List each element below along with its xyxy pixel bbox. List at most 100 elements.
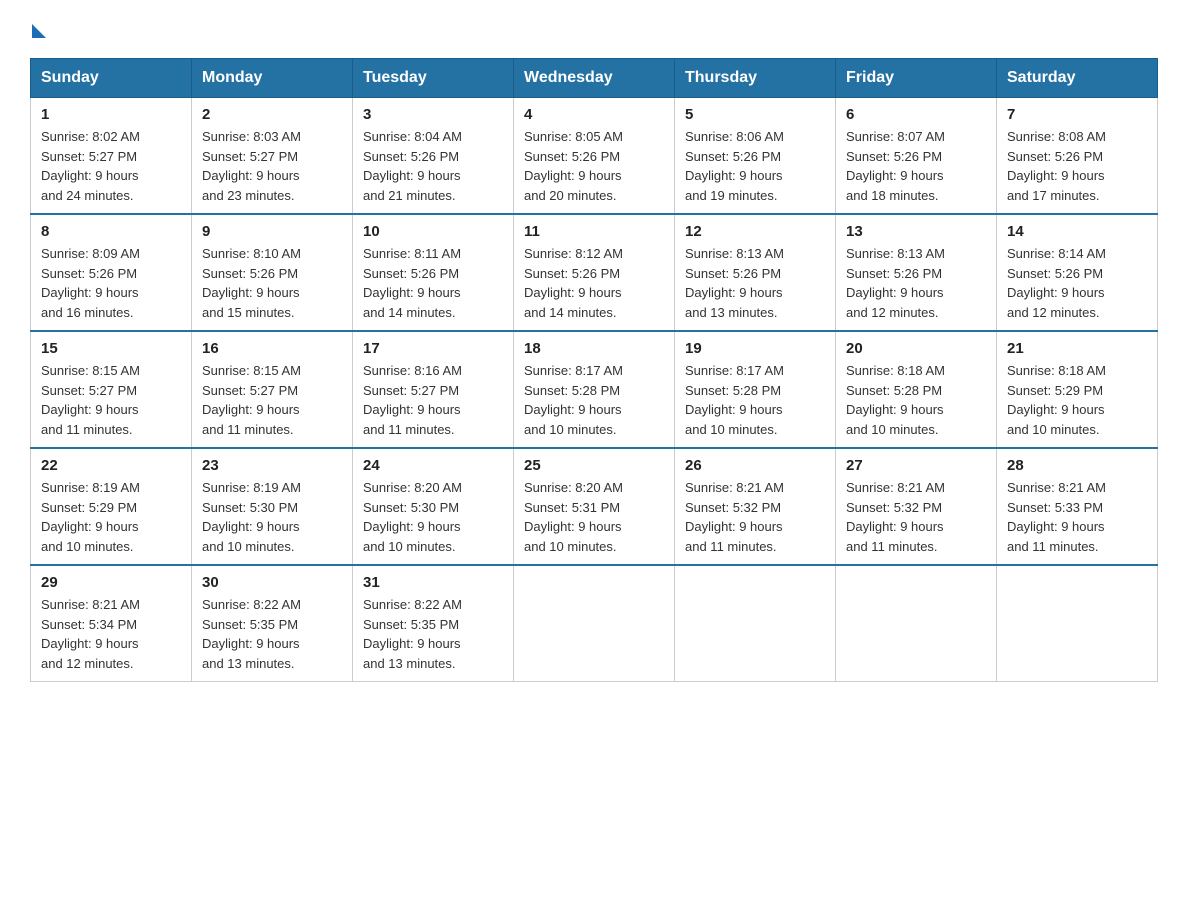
- day-info: Sunrise: 8:16 AM Sunset: 5:27 PM Dayligh…: [363, 361, 503, 439]
- calendar-cell: 18 Sunrise: 8:17 AM Sunset: 5:28 PM Dayl…: [514, 331, 675, 448]
- day-number: 15: [41, 340, 181, 357]
- calendar-cell: 23 Sunrise: 8:19 AM Sunset: 5:30 PM Dayl…: [192, 448, 353, 565]
- day-info: Sunrise: 8:11 AM Sunset: 5:26 PM Dayligh…: [363, 244, 503, 322]
- day-number: 16: [202, 340, 342, 357]
- day-number: 8: [41, 223, 181, 240]
- calendar-cell: 10 Sunrise: 8:11 AM Sunset: 5:26 PM Dayl…: [353, 214, 514, 331]
- day-info: Sunrise: 8:04 AM Sunset: 5:26 PM Dayligh…: [363, 127, 503, 205]
- day-number: 1: [41, 106, 181, 123]
- day-info: Sunrise: 8:21 AM Sunset: 5:32 PM Dayligh…: [846, 478, 986, 556]
- day-info: Sunrise: 8:22 AM Sunset: 5:35 PM Dayligh…: [363, 595, 503, 673]
- day-info: Sunrise: 8:09 AM Sunset: 5:26 PM Dayligh…: [41, 244, 181, 322]
- day-info: Sunrise: 8:03 AM Sunset: 5:27 PM Dayligh…: [202, 127, 342, 205]
- calendar-table: SundayMondayTuesdayWednesdayThursdayFrid…: [30, 58, 1158, 682]
- day-number: 9: [202, 223, 342, 240]
- day-info: Sunrise: 8:20 AM Sunset: 5:30 PM Dayligh…: [363, 478, 503, 556]
- calendar-cell: 20 Sunrise: 8:18 AM Sunset: 5:28 PM Dayl…: [836, 331, 997, 448]
- calendar-cell: 6 Sunrise: 8:07 AM Sunset: 5:26 PM Dayli…: [836, 98, 997, 215]
- calendar-cell: 29 Sunrise: 8:21 AM Sunset: 5:34 PM Dayl…: [31, 565, 192, 682]
- day-info: Sunrise: 8:17 AM Sunset: 5:28 PM Dayligh…: [685, 361, 825, 439]
- day-info: Sunrise: 8:18 AM Sunset: 5:29 PM Dayligh…: [1007, 361, 1147, 439]
- header-tuesday: Tuesday: [353, 59, 514, 98]
- day-info: Sunrise: 8:15 AM Sunset: 5:27 PM Dayligh…: [202, 361, 342, 439]
- calendar-cell: 30 Sunrise: 8:22 AM Sunset: 5:35 PM Dayl…: [192, 565, 353, 682]
- calendar-cell: 3 Sunrise: 8:04 AM Sunset: 5:26 PM Dayli…: [353, 98, 514, 215]
- week-row-3: 15 Sunrise: 8:15 AM Sunset: 5:27 PM Dayl…: [31, 331, 1158, 448]
- calendar-cell: [675, 565, 836, 682]
- day-number: 18: [524, 340, 664, 357]
- calendar-cell: 17 Sunrise: 8:16 AM Sunset: 5:27 PM Dayl…: [353, 331, 514, 448]
- day-number: 22: [41, 457, 181, 474]
- calendar-cell: 15 Sunrise: 8:15 AM Sunset: 5:27 PM Dayl…: [31, 331, 192, 448]
- day-number: 2: [202, 106, 342, 123]
- day-info: Sunrise: 8:13 AM Sunset: 5:26 PM Dayligh…: [685, 244, 825, 322]
- day-number: 25: [524, 457, 664, 474]
- calendar-cell: [997, 565, 1158, 682]
- calendar-cell: 9 Sunrise: 8:10 AM Sunset: 5:26 PM Dayli…: [192, 214, 353, 331]
- day-info: Sunrise: 8:15 AM Sunset: 5:27 PM Dayligh…: [41, 361, 181, 439]
- calendar-cell: 26 Sunrise: 8:21 AM Sunset: 5:32 PM Dayl…: [675, 448, 836, 565]
- header-sunday: Sunday: [31, 59, 192, 98]
- day-info: Sunrise: 8:19 AM Sunset: 5:30 PM Dayligh…: [202, 478, 342, 556]
- day-number: 12: [685, 223, 825, 240]
- logo-arrow-icon: [32, 24, 46, 38]
- calendar-cell: 8 Sunrise: 8:09 AM Sunset: 5:26 PM Dayli…: [31, 214, 192, 331]
- calendar-cell: 11 Sunrise: 8:12 AM Sunset: 5:26 PM Dayl…: [514, 214, 675, 331]
- day-info: Sunrise: 8:12 AM Sunset: 5:26 PM Dayligh…: [524, 244, 664, 322]
- day-number: 23: [202, 457, 342, 474]
- header-monday: Monday: [192, 59, 353, 98]
- calendar-cell: 19 Sunrise: 8:17 AM Sunset: 5:28 PM Dayl…: [675, 331, 836, 448]
- day-info: Sunrise: 8:20 AM Sunset: 5:31 PM Dayligh…: [524, 478, 664, 556]
- day-number: 17: [363, 340, 503, 357]
- calendar-cell: 25 Sunrise: 8:20 AM Sunset: 5:31 PM Dayl…: [514, 448, 675, 565]
- day-number: 27: [846, 457, 986, 474]
- day-info: Sunrise: 8:02 AM Sunset: 5:27 PM Dayligh…: [41, 127, 181, 205]
- calendar-cell: 27 Sunrise: 8:21 AM Sunset: 5:32 PM Dayl…: [836, 448, 997, 565]
- day-number: 6: [846, 106, 986, 123]
- day-number: 3: [363, 106, 503, 123]
- day-info: Sunrise: 8:05 AM Sunset: 5:26 PM Dayligh…: [524, 127, 664, 205]
- calendar-cell: 31 Sunrise: 8:22 AM Sunset: 5:35 PM Dayl…: [353, 565, 514, 682]
- week-row-2: 8 Sunrise: 8:09 AM Sunset: 5:26 PM Dayli…: [31, 214, 1158, 331]
- day-number: 4: [524, 106, 664, 123]
- calendar-cell: 12 Sunrise: 8:13 AM Sunset: 5:26 PM Dayl…: [675, 214, 836, 331]
- calendar-cell: [514, 565, 675, 682]
- day-info: Sunrise: 8:18 AM Sunset: 5:28 PM Dayligh…: [846, 361, 986, 439]
- header-wednesday: Wednesday: [514, 59, 675, 98]
- day-number: 13: [846, 223, 986, 240]
- calendar-header: SundayMondayTuesdayWednesdayThursdayFrid…: [31, 59, 1158, 98]
- page-header: [30, 20, 1158, 38]
- calendar-cell: 14 Sunrise: 8:14 AM Sunset: 5:26 PM Dayl…: [997, 214, 1158, 331]
- week-row-5: 29 Sunrise: 8:21 AM Sunset: 5:34 PM Dayl…: [31, 565, 1158, 682]
- day-info: Sunrise: 8:08 AM Sunset: 5:26 PM Dayligh…: [1007, 127, 1147, 205]
- calendar-cell: 7 Sunrise: 8:08 AM Sunset: 5:26 PM Dayli…: [997, 98, 1158, 215]
- header-saturday: Saturday: [997, 59, 1158, 98]
- logo: [30, 20, 46, 38]
- day-info: Sunrise: 8:19 AM Sunset: 5:29 PM Dayligh…: [41, 478, 181, 556]
- calendar-cell: 5 Sunrise: 8:06 AM Sunset: 5:26 PM Dayli…: [675, 98, 836, 215]
- calendar-cell: 2 Sunrise: 8:03 AM Sunset: 5:27 PM Dayli…: [192, 98, 353, 215]
- calendar-cell: [836, 565, 997, 682]
- day-info: Sunrise: 8:10 AM Sunset: 5:26 PM Dayligh…: [202, 244, 342, 322]
- day-number: 21: [1007, 340, 1147, 357]
- calendar-cell: 28 Sunrise: 8:21 AM Sunset: 5:33 PM Dayl…: [997, 448, 1158, 565]
- day-number: 19: [685, 340, 825, 357]
- calendar-body: 1 Sunrise: 8:02 AM Sunset: 5:27 PM Dayli…: [31, 98, 1158, 682]
- calendar-cell: 24 Sunrise: 8:20 AM Sunset: 5:30 PM Dayl…: [353, 448, 514, 565]
- calendar-cell: 1 Sunrise: 8:02 AM Sunset: 5:27 PM Dayli…: [31, 98, 192, 215]
- day-number: 20: [846, 340, 986, 357]
- day-info: Sunrise: 8:14 AM Sunset: 5:26 PM Dayligh…: [1007, 244, 1147, 322]
- day-info: Sunrise: 8:21 AM Sunset: 5:32 PM Dayligh…: [685, 478, 825, 556]
- calendar-cell: 21 Sunrise: 8:18 AM Sunset: 5:29 PM Dayl…: [997, 331, 1158, 448]
- header-thursday: Thursday: [675, 59, 836, 98]
- day-info: Sunrise: 8:22 AM Sunset: 5:35 PM Dayligh…: [202, 595, 342, 673]
- calendar-cell: 16 Sunrise: 8:15 AM Sunset: 5:27 PM Dayl…: [192, 331, 353, 448]
- week-row-1: 1 Sunrise: 8:02 AM Sunset: 5:27 PM Dayli…: [31, 98, 1158, 215]
- day-number: 14: [1007, 223, 1147, 240]
- day-number: 29: [41, 574, 181, 591]
- day-number: 11: [524, 223, 664, 240]
- day-number: 5: [685, 106, 825, 123]
- calendar-cell: 13 Sunrise: 8:13 AM Sunset: 5:26 PM Dayl…: [836, 214, 997, 331]
- day-info: Sunrise: 8:06 AM Sunset: 5:26 PM Dayligh…: [685, 127, 825, 205]
- day-number: 30: [202, 574, 342, 591]
